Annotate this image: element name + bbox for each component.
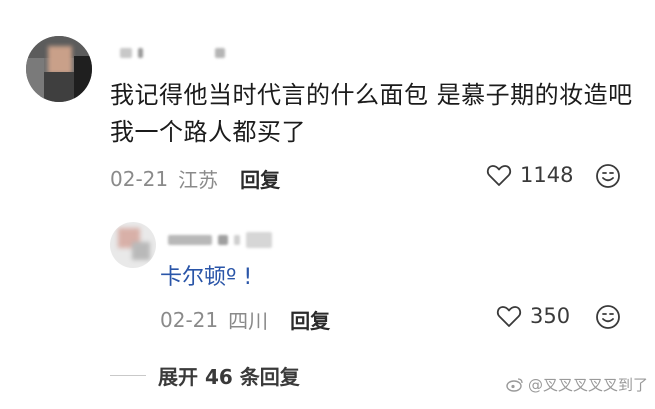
comment-line-2: 我一个路人都买了 (110, 118, 306, 146)
emoji-face-icon[interactable] (595, 304, 621, 330)
reply-date: 02-21 (160, 307, 219, 332)
comment-meta: 02-21 江苏 回复 (110, 164, 280, 193)
reply-mention[interactable]: 卡尔顿 (160, 265, 226, 290)
reply-text[interactable]: 卡尔顿º ! (160, 259, 252, 291)
weibo-icon (506, 378, 523, 392)
reply-like-count: 350 (530, 304, 571, 328)
emoji-face-icon[interactable] (595, 163, 621, 189)
expand-replies-button[interactable]: 展开 46 条回复 (110, 361, 300, 390)
divider (110, 375, 146, 376)
heart-outline-icon (496, 306, 522, 327)
avatar[interactable] (26, 36, 92, 102)
reply-meta: 02-21 四川 回复 (160, 305, 330, 334)
reply-location: 四川 (228, 309, 269, 333)
like-count: 1148 (520, 163, 574, 187)
like-button[interactable]: 1148 (486, 163, 573, 187)
reply-reply-button[interactable]: 回复 (290, 305, 330, 334)
reply-button[interactable]: 回复 (240, 164, 280, 193)
expand-replies-label: 展开 46 条回复 (158, 365, 300, 389)
comment-line-1: 我记得他当时代言的什么面包 是慕子期的妆造吧 (110, 81, 633, 109)
comment-date: 02-21 (110, 166, 169, 191)
heart-outline-icon (486, 165, 512, 186)
comment-location: 江苏 (178, 168, 219, 192)
watermark: @叉叉叉叉叉到了 (506, 374, 648, 395)
reply-username-blurred[interactable] (168, 232, 272, 248)
watermark-text: @叉叉叉叉叉到了 (528, 376, 649, 394)
reply-avatar[interactable] (110, 222, 156, 268)
username-blurred[interactable] (120, 48, 225, 58)
reply-suffix: º ! (226, 265, 253, 290)
comment-text: 我记得他当时代言的什么面包 是慕子期的妆造吧 我一个路人都买了 (110, 77, 645, 151)
reply-like-button[interactable]: 350 (496, 304, 570, 328)
